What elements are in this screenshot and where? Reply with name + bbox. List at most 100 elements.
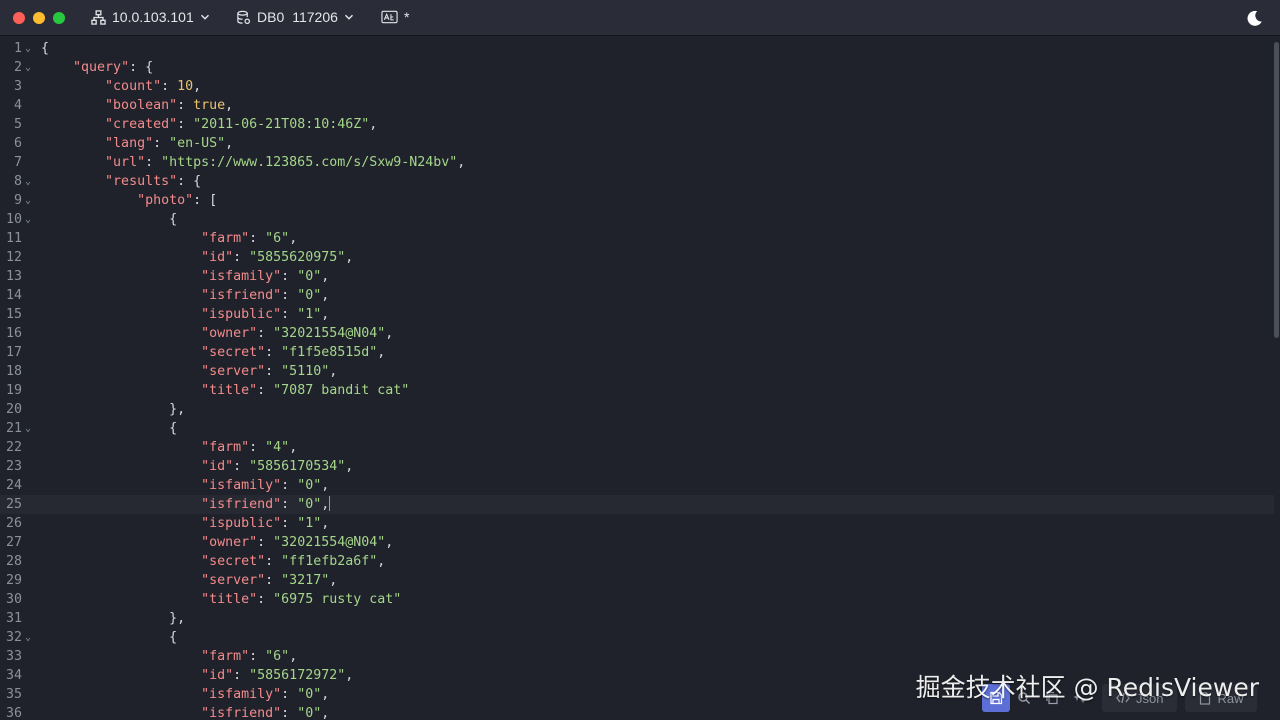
line-number: 1 xyxy=(13,41,22,56)
code-text: "farm": "4", xyxy=(201,440,298,455)
code-line[interactable]: 10 ⌄ { xyxy=(0,210,1274,229)
line-number: 31 xyxy=(5,611,22,626)
code-line[interactable]: 25 "isfriend": "0", xyxy=(0,495,1274,514)
line-number: 10 xyxy=(5,212,22,227)
code-line[interactable]: 32 ⌄ { xyxy=(0,628,1274,647)
code-line[interactable]: 20 }, xyxy=(0,400,1274,419)
line-number: 14 xyxy=(5,288,22,303)
code-line[interactable]: 13 "isfamily": "0", xyxy=(0,267,1274,286)
line-number: 5 xyxy=(13,117,22,132)
code-line[interactable]: 23 "id": "5856170534", xyxy=(0,457,1274,476)
fold-toggle-icon[interactable]: ⌄ xyxy=(25,628,31,647)
code-line[interactable]: 14 "isfriend": "0", xyxy=(0,286,1274,305)
line-number: 17 xyxy=(5,345,22,360)
code-line[interactable]: 24 "isfamily": "0", xyxy=(0,476,1274,495)
line-number: 18 xyxy=(5,364,22,379)
line-number: 9 xyxy=(13,193,22,208)
code-line[interactable]: 30 "title": "6975 rusty cat" xyxy=(0,590,1274,609)
line-number: 7 xyxy=(13,155,22,170)
code-line[interactable]: 8 ⌄ "results": { xyxy=(0,172,1274,191)
code-text: "url": "https://www.123865.com/s/Sxw9-N2… xyxy=(105,155,466,170)
close-window-button[interactable] xyxy=(13,11,25,24)
chevron-down-icon xyxy=(200,14,209,20)
code-line[interactable]: 16 "owner": "32021554@N04", xyxy=(0,324,1274,343)
line-number: 32 xyxy=(5,630,22,645)
code-text: "owner": "32021554@N04", xyxy=(201,326,394,341)
line-number: 27 xyxy=(5,535,22,550)
maximize-window-button[interactable] xyxy=(53,11,65,24)
moon-icon[interactable] xyxy=(1246,10,1263,27)
fold-toggle-icon[interactable]: ⌄ xyxy=(25,39,31,58)
line-number: 4 xyxy=(13,98,22,113)
code-text: "farm": "6", xyxy=(201,231,298,246)
code-line[interactable]: 12 "id": "5855620975", xyxy=(0,248,1274,267)
line-number: 33 xyxy=(5,649,22,664)
window-controls xyxy=(13,11,65,24)
code-text: "isfamily": "0", xyxy=(201,269,330,284)
code-line[interactable]: 3 "count": 10, xyxy=(0,77,1274,96)
line-number: 16 xyxy=(5,326,22,341)
code-line[interactable]: 26 "ispublic": "1", xyxy=(0,514,1274,533)
code-line[interactable]: 5 "created": "2011-06-21T08:10:46Z", xyxy=(0,115,1274,134)
line-number: 34 xyxy=(5,668,22,683)
code-text: "isfriend": "0", xyxy=(201,288,330,303)
editor-scrollbar[interactable] xyxy=(1274,42,1279,338)
line-number: 22 xyxy=(5,440,22,455)
code-line[interactable]: 9 ⌄ "photo": [ xyxy=(0,191,1274,210)
code-text: { xyxy=(41,41,50,56)
line-number: 6 xyxy=(13,136,22,151)
line-number: 3 xyxy=(13,79,22,94)
database-selector[interactable]: DB0 117206 xyxy=(236,9,354,25)
line-number: 24 xyxy=(5,478,22,493)
code-line[interactable]: 27 "owner": "32021554@N04", xyxy=(0,533,1274,552)
code-text: "ispublic": "1", xyxy=(201,516,330,531)
fold-toggle-icon[interactable]: ⌄ xyxy=(25,172,31,191)
fold-toggle-icon[interactable]: ⌄ xyxy=(25,58,31,77)
line-number: 8 xyxy=(13,174,22,189)
host-selector[interactable]: 10.0.103.101 xyxy=(91,9,210,25)
code-text: "isfriend": "0", xyxy=(201,496,331,512)
line-number: 29 xyxy=(5,573,22,588)
code-text: "isfriend": "0", xyxy=(201,706,330,720)
code-line[interactable]: 22 "farm": "4", xyxy=(0,438,1274,457)
code-text: "farm": "6", xyxy=(201,649,298,664)
code-line[interactable]: 31 }, xyxy=(0,609,1274,628)
code-line[interactable]: 28 "secret": "ff1efb2a6f", xyxy=(0,552,1274,571)
code-line[interactable]: 11 "farm": "6", xyxy=(0,229,1274,248)
code-text: { xyxy=(169,421,178,436)
code-line[interactable]: 4 "boolean": true, xyxy=(0,96,1274,115)
line-number: 20 xyxy=(5,402,22,417)
line-number: 15 xyxy=(5,307,22,322)
line-number: 2 xyxy=(13,60,22,75)
code-line[interactable]: 6 "lang": "en-US", xyxy=(0,134,1274,153)
watermark: 掘金技术社区 @ RedisViewer xyxy=(915,673,1259,702)
line-number: 21 xyxy=(5,421,22,436)
code-text: "id": "5855620975", xyxy=(201,250,354,265)
format-indicator[interactable]: * xyxy=(381,9,409,25)
code-line[interactable]: 18 "server": "5110", xyxy=(0,362,1274,381)
code-text: "lang": "en-US", xyxy=(105,136,234,151)
minimize-window-button[interactable] xyxy=(33,11,45,24)
code-text: "server": "5110", xyxy=(201,364,338,379)
code-line[interactable]: 17 "secret": "f1f5e8515d", xyxy=(0,343,1274,362)
title-bar: 10.0.103.101 DB0 117206 * xyxy=(0,0,1280,36)
code-line[interactable]: 1 ⌄ { xyxy=(0,39,1274,58)
code-line[interactable]: 19 "title": "7087 bandit cat" xyxy=(0,381,1274,400)
line-number: 23 xyxy=(5,459,22,474)
code-line[interactable]: 21 ⌄ { xyxy=(0,419,1274,438)
code-line[interactable]: 2 ⌄ "query": { xyxy=(0,58,1274,77)
text-format-icon xyxy=(381,10,398,24)
line-number: 19 xyxy=(5,383,22,398)
json-editor[interactable]: 1 ⌄{2 ⌄ "query": {3 "count": 10, 4 "boolean… xyxy=(0,37,1280,720)
code-text: "server": "3217", xyxy=(201,573,338,588)
network-tree-icon xyxy=(91,9,106,25)
fold-toggle-icon[interactable]: ⌄ xyxy=(25,210,31,229)
code-line[interactable]: 7 "url": "https://www.123865.com/s/Sxw9-… xyxy=(0,153,1274,172)
fold-toggle-icon[interactable]: ⌄ xyxy=(25,419,31,438)
code-line[interactable]: 33 "farm": "6", xyxy=(0,647,1274,666)
code-text: "results": { xyxy=(105,174,202,189)
code-text: { xyxy=(169,630,178,645)
fold-toggle-icon[interactable]: ⌄ xyxy=(25,191,31,210)
code-line[interactable]: 29 "server": "3217", xyxy=(0,571,1274,590)
code-line[interactable]: 15 "ispublic": "1", xyxy=(0,305,1274,324)
